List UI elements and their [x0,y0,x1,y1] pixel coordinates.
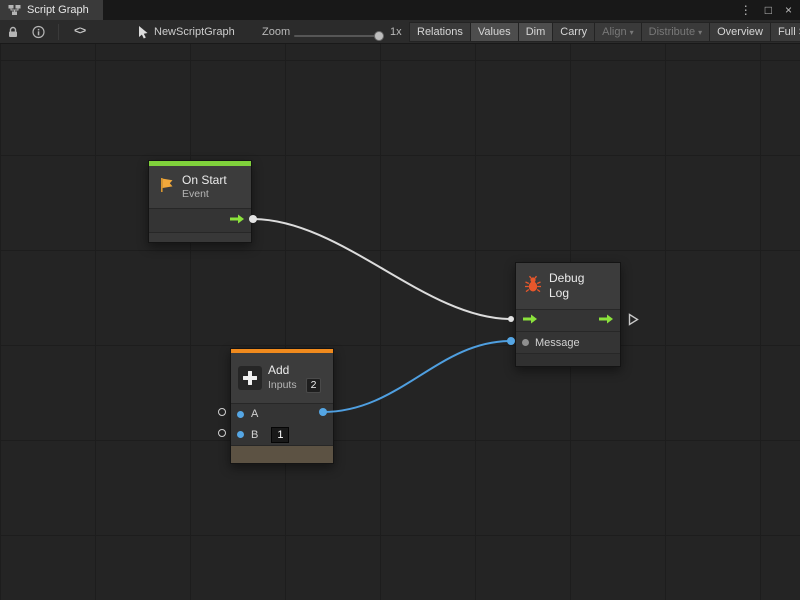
node-title: Debug [549,271,584,286]
chevron-down-icon: ▾ [630,27,634,37]
wire-onstart-to-log[interactable] [252,219,511,319]
node-subtitle: Event [182,188,227,201]
graph-name[interactable]: NewScriptGraph [154,26,235,38]
zoom-label: Zoom [262,26,290,38]
carry-label: Carry [560,26,587,38]
port-dot-log-flow-input[interactable] [508,316,514,322]
align-button[interactable]: Align ▾ [594,22,641,42]
maximize-icon[interactable]: □ [765,0,772,20]
flow-output-port[interactable] [229,213,245,228]
inputs-count-field[interactable]: 2 [306,378,322,393]
window-controls: ⋮ □ × [740,0,792,20]
message-input-port[interactable] [522,339,529,346]
node-footer [516,353,620,366]
overview-button[interactable]: Overview [709,22,771,42]
bug-icon [523,274,543,299]
tab-script-graph[interactable]: Script Graph [0,0,103,20]
titlebar: Script Graph ⋮ □ × [0,0,800,20]
flow-input-port[interactable] [522,313,538,328]
unconnected-port-marker-a[interactable] [218,408,226,416]
node-title: On Start [182,173,227,188]
node-footer [149,232,251,242]
unconnected-flow-output-marker[interactable] [628,313,639,331]
align-label: Align [602,26,626,38]
tab-title: Script Graph [27,4,89,16]
code-icon[interactable]: <> [74,26,85,38]
plus-icon [238,366,262,390]
input-port-b[interactable] [237,431,244,438]
fullscreen-button[interactable]: Full S [770,22,800,42]
lock-icon[interactable] [7,25,19,38]
relations-label: Relations [417,26,463,38]
relations-button[interactable]: Relations [409,22,471,42]
flag-icon [156,175,176,200]
dim-button[interactable]: Dim [518,22,554,42]
zoom-slider[interactable] [294,35,384,37]
values-button[interactable]: Values [470,22,519,42]
node-debug-log[interactable]: Debug Log [515,262,621,367]
distribute-label: Distribute [649,26,695,38]
carry-button[interactable]: Carry [552,22,595,42]
menu-icon[interactable]: ⋮ [740,0,752,20]
zoom-slider-knob[interactable] [374,31,384,41]
chevron-down-icon: ▾ [698,27,702,37]
port-b-value-field[interactable]: 1 [271,427,289,443]
node-subtitle: Log [549,286,584,301]
dim-label: Dim [526,26,546,38]
toolbar-divider [58,24,59,40]
port-a-label: A [251,408,258,420]
close-icon[interactable]: × [785,0,792,20]
overview-label: Overview [717,26,763,38]
unconnected-port-marker-b[interactable] [218,429,226,437]
unity-script-graph-window: Script Graph ⋮ □ × <> [0,0,800,600]
values-label: Values [478,26,511,38]
script-graph-icon [8,4,21,16]
flow-output-port[interactable] [598,313,614,328]
graph-canvas[interactable]: On Start Event [0,44,800,600]
wires-layer [0,44,800,600]
info-icon[interactable] [32,25,45,38]
zoom-value: 1x [390,26,402,38]
node-on-start[interactable]: On Start Event [148,160,252,243]
toolbar-buttons: Relations Values Dim Carry Align ▾ Distri… [410,22,800,42]
distribute-button[interactable]: Distribute▾ [641,22,710,42]
cursor-icon [138,25,149,39]
node-add[interactable]: Add Inputs 2 A B 1 [230,348,334,464]
inputs-label: Inputs [268,379,297,392]
port-b-label: B [251,429,258,441]
message-port-label: Message [535,337,580,349]
node-footer [231,445,333,463]
graph-toolbar: <> NewScriptGraph Zoom 1x Relations Valu… [0,20,800,44]
wire-add-to-message[interactable] [323,341,511,412]
fullscreen-label: Full S [778,26,800,38]
input-port-a[interactable] [237,411,244,418]
port-dot-message-input[interactable] [507,337,515,345]
node-title: Add [268,363,321,378]
